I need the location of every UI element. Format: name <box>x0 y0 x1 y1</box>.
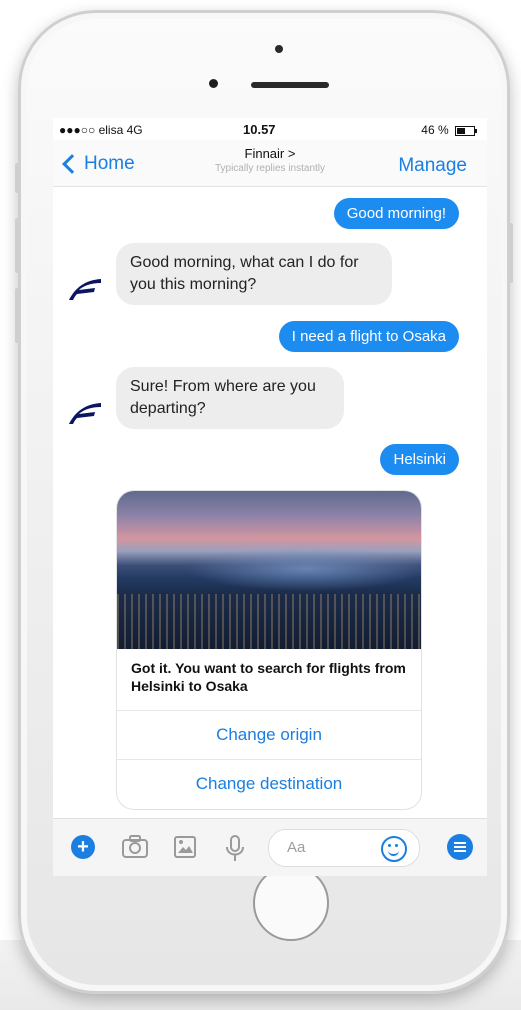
finnair-logo-icon <box>69 403 101 424</box>
status-bar: ●●●○○ elisa 4G 10.57 46 % <box>53 118 487 140</box>
flight-search-card: Got it. You want to search for flights f… <box>116 490 422 810</box>
back-label: Home <box>84 153 135 174</box>
change-origin-button[interactable]: Change origin <box>117 710 421 759</box>
city-lights <box>117 594 421 649</box>
battery-percent: 46 % <box>421 123 449 137</box>
message-input[interactable]: Aa <box>268 829 420 867</box>
gallery-icon[interactable] <box>173 835 197 859</box>
menu-icon[interactable] <box>447 834 473 860</box>
conversation-header: Home Finnair > Typically replies instant… <box>53 140 487 187</box>
emoji-icon[interactable] <box>381 836 407 862</box>
messenger-screen: ●●●○○ elisa 4G 10.57 46 % Home Finnair >… <box>53 118 487 876</box>
front-camera <box>209 79 218 88</box>
camera-icon[interactable] <box>121 835 149 859</box>
contact-name: Finnair > <box>244 146 296 161</box>
back-chevron-icon <box>62 154 82 174</box>
volume-down-button <box>15 288 19 343</box>
power-button <box>509 223 513 283</box>
mute-switch <box>15 163 19 193</box>
finnair-logo-icon <box>69 279 101 300</box>
carrier-label: ●●●○○ elisa 4G <box>59 123 143 137</box>
user-message: Good morning! <box>333 198 459 229</box>
response-time: Typically replies instantly <box>214 163 326 174</box>
back-button[interactable]: Home <box>61 153 135 175</box>
contact-title[interactable]: Finnair > Typically replies instantly <box>181 146 359 174</box>
home-button[interactable] <box>253 865 329 941</box>
battery-indicator: 46 % <box>421 123 477 137</box>
message-placeholder: Aa <box>287 839 306 856</box>
change-destination-button[interactable]: Change destination <box>117 759 421 808</box>
user-message: I need a flight to Osaka <box>278 321 459 352</box>
microphone-icon[interactable] <box>225 835 245 863</box>
battery-icon <box>455 125 477 136</box>
card-caption: Got it. You want to search for flights f… <box>131 660 406 694</box>
manage-button[interactable]: Manage <box>398 155 467 177</box>
clock: 10.57 <box>243 122 276 137</box>
volume-up-button <box>15 218 19 273</box>
earpiece-speaker <box>251 82 329 88</box>
proximity-sensor <box>275 45 283 53</box>
user-message: Helsinki <box>380 444 459 475</box>
message-composer: + Aa <box>53 818 487 876</box>
plus-icon[interactable]: + <box>71 835 95 859</box>
osaka-city-photo <box>117 491 421 649</box>
bot-message: Good morning, what can I do for you this… <box>116 243 392 305</box>
bot-message: Sure! From where are you departing? <box>116 367 344 429</box>
